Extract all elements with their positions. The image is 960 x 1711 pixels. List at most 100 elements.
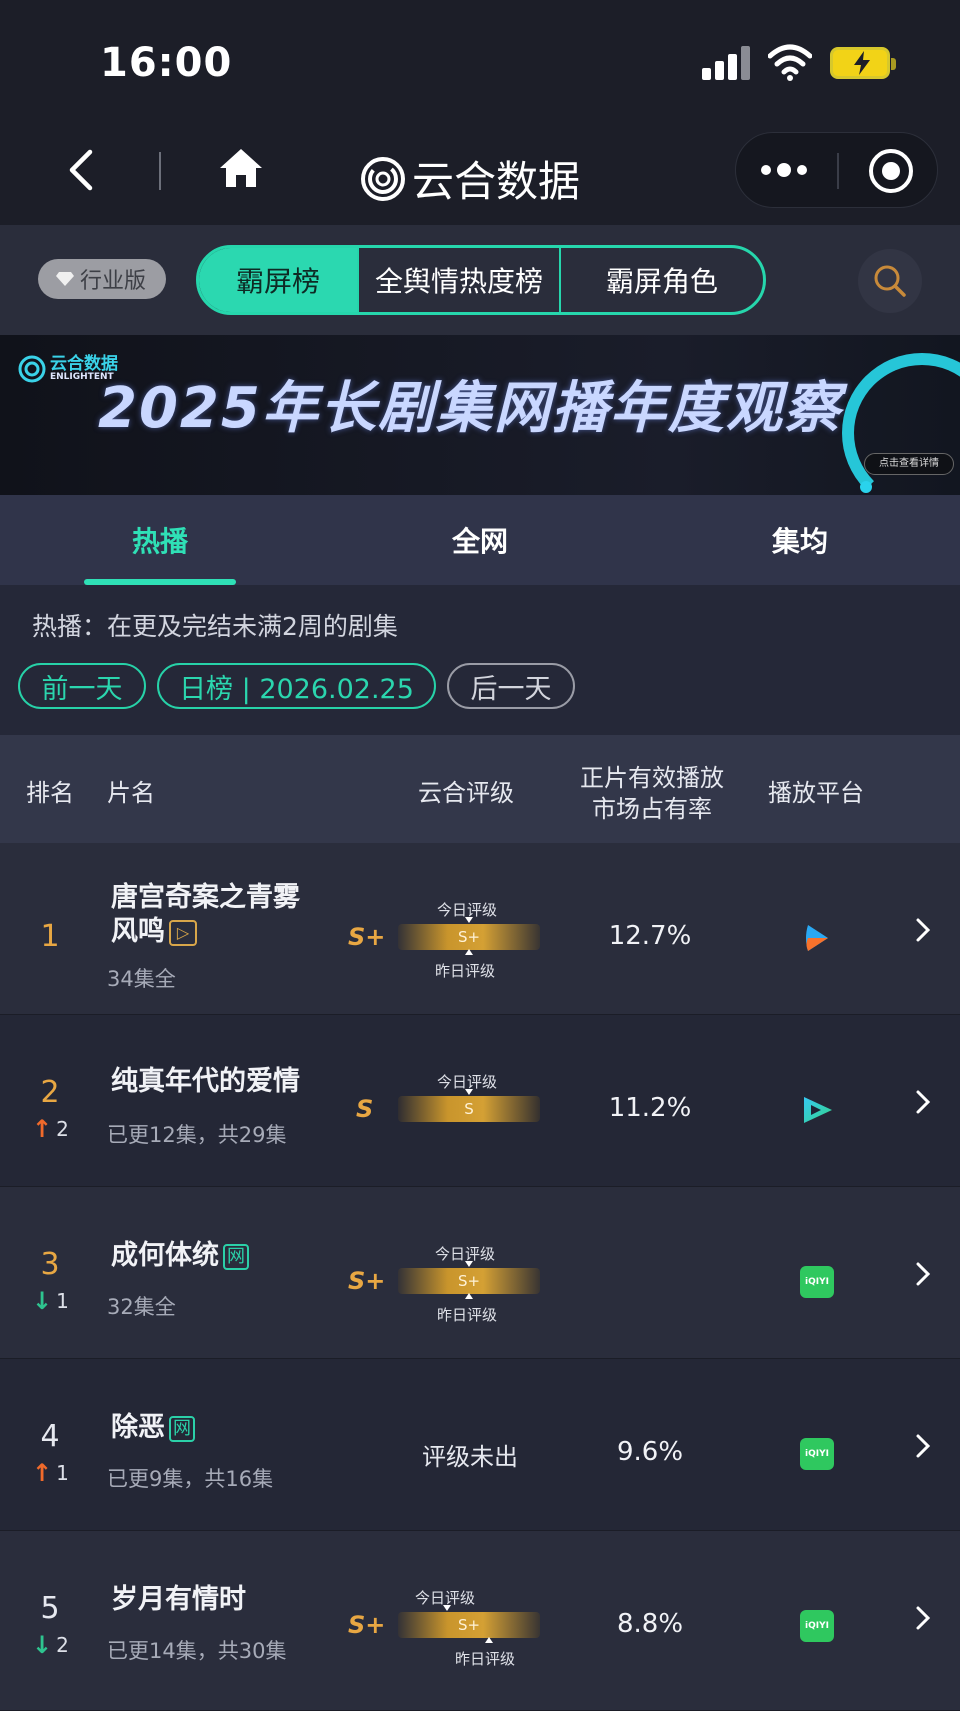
home-icon[interactable] — [218, 146, 264, 190]
grade-bar: S+ — [398, 1612, 540, 1638]
grade-bar: S+ — [398, 924, 540, 950]
chevron-right-icon[interactable] — [912, 1432, 934, 1460]
ranking-segmented-control: 霸屏榜 全舆情热度榜 霸屏角色 — [196, 245, 766, 315]
header-share-line2: 市场占有率 — [592, 795, 712, 823]
hot-definition-note: 热播：在更及完结未满2周的剧集 — [32, 612, 398, 641]
nav-bar: 云合数据 — [0, 130, 960, 225]
market-share: 12.7% — [608, 921, 692, 951]
grade-text: S+ — [348, 1611, 386, 1639]
edition-label: 行业版 — [80, 269, 147, 294]
yesterday-marker — [485, 1637, 493, 1643]
header-platform: 播放平台 — [768, 779, 864, 807]
table-row[interactable]: 3 ↓ 1 成何体统网 32集全 S+ 今日评级 S+ 昨日评级 iQIYI — [0, 1187, 960, 1359]
tencent-video-icon — [806, 925, 828, 951]
rank-change: ↓ 1 — [32, 1287, 69, 1315]
rank-change: ↑ 1 — [32, 1459, 69, 1487]
web-drama-tag: 网 — [223, 1243, 249, 1270]
tab-all-network[interactable]: 全网 — [320, 495, 640, 585]
toolbar: 行业版 霸屏榜 全舆情热度榜 霸屏角色 — [0, 225, 960, 335]
banner-view-details-button[interactable]: 点击查看详情 — [864, 453, 954, 475]
date-selector[interactable]: 日榜 | 2026.02.25 — [157, 663, 436, 709]
search-button[interactable] — [858, 249, 922, 313]
table-row[interactable]: 5 ↓ 2 岁月有情时 已更14集，共30集 S+ 今日评级 S+ 昨日评级 8.… — [0, 1531, 960, 1711]
table-row[interactable]: 4 ↑ 1 除恶网 已更9集，共16集 评级未出 9.6% iQIYI — [0, 1359, 960, 1531]
today-marker — [465, 1261, 473, 1267]
iqiyi-icon: iQIYI — [800, 1266, 834, 1298]
today-marker — [443, 1605, 451, 1611]
app-title: 云合数据 — [412, 157, 581, 206]
next-day-button[interactable]: 后一天 — [447, 663, 575, 709]
segment-dominance-chart[interactable]: 霸屏榜 — [199, 248, 359, 312]
grade-text: S — [356, 1095, 374, 1123]
capsule-divider — [837, 153, 839, 189]
chevron-right-icon[interactable] — [912, 916, 934, 944]
close-mini-program-icon[interactable] — [869, 149, 913, 193]
cellular-signal-icon — [702, 46, 752, 80]
episode-status: 已更9集，共16集 — [107, 1467, 274, 1491]
rank-change: ↓ 2 — [32, 1631, 69, 1659]
rank-change: ↑ 2 — [32, 1115, 69, 1143]
rank-number: 5 — [40, 1591, 60, 1626]
app-logo: 云合数据 — [360, 148, 580, 209]
banner-dot-decoration — [860, 481, 872, 493]
prev-day-button[interactable]: 前一天 — [18, 663, 146, 709]
search-icon — [874, 265, 906, 297]
drama-title: 成何体统网 — [111, 1239, 311, 1273]
market-share: 11.2% — [608, 1093, 692, 1123]
banner-logo-icon — [18, 355, 46, 383]
episode-status: 已更14集，共30集 — [107, 1639, 287, 1663]
table-header: 排名 片名 云合评级 正片有效播放 市场占有率 播放平台 — [0, 735, 960, 843]
chevron-right-icon[interactable] — [912, 1260, 934, 1288]
diamond-icon — [56, 272, 74, 286]
grade-bar: S — [398, 1096, 540, 1122]
youku-icon — [804, 1097, 832, 1123]
rank-number: 2 — [40, 1075, 60, 1110]
status-time: 16:00 — [100, 40, 233, 86]
arrow-down-icon: ↓ — [32, 1631, 53, 1659]
yunhe-logo-icon — [361, 156, 405, 201]
chevron-right-icon[interactable] — [912, 1088, 934, 1116]
filter-area: 热播：在更及完结未满2周的剧集 前一天 日榜 | 2026.02.25 后一天 — [0, 585, 960, 735]
grade-bar: S+ — [398, 1268, 540, 1294]
drama-title: 纯真年代的爱情 — [111, 1066, 300, 1097]
industry-edition-badge[interactable]: 行业版 — [38, 259, 166, 299]
back-chevron-icon[interactable] — [66, 148, 96, 192]
table-row[interactable]: 1 唐宫奇案之青雾 风鸣 ▷ 34集全 S+ 今日评级 S+ 昨日评级 12.7% — [0, 843, 960, 1015]
rank-number: 3 — [40, 1247, 60, 1282]
mini-program-capsule — [735, 132, 938, 208]
header-grade: 云合评级 — [418, 779, 514, 807]
arrow-up-icon: ↑ — [32, 1115, 53, 1143]
table-row[interactable]: 2 ↑ 2 纯真年代的爱情 已更12集，共29集 S 今日评级 S 11.2% — [0, 1015, 960, 1187]
yesterday-grade-label: 昨日评级 — [435, 962, 496, 980]
today-marker — [465, 917, 473, 923]
market-share: 8.8% — [616, 1609, 684, 1639]
chevron-right-icon[interactable] — [912, 1604, 934, 1632]
yesterday-grade-label: 昨日评级 — [437, 1306, 498, 1324]
drama-title: 除恶网 — [111, 1411, 311, 1445]
segment-public-opinion-chart[interactable]: 全舆情热度榜 — [359, 248, 561, 312]
rank-number: 1 — [40, 919, 60, 954]
market-share: 9.6% — [616, 1437, 684, 1467]
more-options-icon[interactable] — [761, 163, 807, 177]
tab-hot[interactable]: 热播 — [0, 495, 320, 585]
arrow-down-icon: ↓ — [32, 1287, 53, 1315]
today-marker — [465, 1089, 473, 1095]
scope-tabs: 热播 全网 集均 — [0, 495, 960, 585]
episode-status: 32集全 — [107, 1295, 176, 1319]
grade-pending: 评级未出 — [422, 1443, 518, 1471]
play-tag-icon: ▷ — [169, 919, 197, 946]
yesterday-grade-label: 昨日评级 — [455, 1650, 516, 1668]
arrow-up-icon: ↑ — [32, 1459, 53, 1487]
drama-title: 岁月有情时 — [111, 1584, 246, 1615]
grade-text: S+ — [348, 923, 386, 951]
tab-per-episode[interactable]: 集均 — [640, 495, 960, 585]
yesterday-marker — [465, 1293, 473, 1299]
header-title: 片名 — [107, 779, 155, 807]
annual-report-banner[interactable]: 云合数据 ENLIGHTENT 2025年长剧集网播年度观察 点击查看详情 — [0, 335, 960, 495]
segment-dominant-roles[interactable]: 霸屏角色 — [561, 248, 763, 312]
nav-divider — [159, 152, 161, 190]
wifi-icon — [768, 44, 812, 81]
banner-title: 2025年长剧集网播年度观察 — [98, 376, 842, 441]
battery-charging-icon — [830, 47, 896, 79]
header-rank: 排名 — [26, 779, 74, 807]
